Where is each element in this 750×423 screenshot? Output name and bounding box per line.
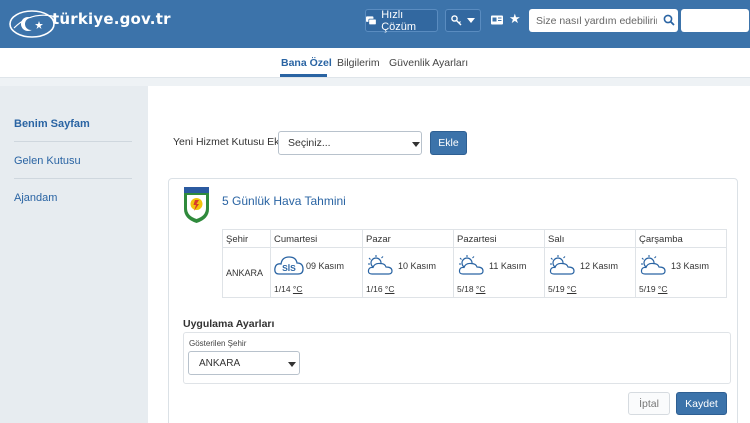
forecast-date: 12 Kasım — [580, 261, 619, 271]
weather-table: Şehir ANKARA Cumartesi SİS 09 Kasım 1/14… — [222, 229, 727, 298]
forecast-day: Cumartesi SİS 09 Kasım 1/14 °C — [270, 230, 362, 297]
chevron-down-icon — [467, 18, 475, 23]
sidebar-item-ajandam[interactable]: Ajandam — [14, 192, 57, 204]
forecast-day: Çarşamba 13 Kasım 5/19 °C — [635, 230, 726, 297]
cancel-button[interactable]: İptal — [628, 392, 670, 415]
save-button[interactable]: Kaydet — [676, 392, 727, 415]
partly-cloudy-icon — [549, 255, 575, 275]
fog-icon: SİS — [274, 256, 304, 275]
login-options-button[interactable] — [445, 9, 481, 32]
meteoroloji-logo-icon — [184, 187, 209, 223]
forecast-date: 10 Kasım — [398, 261, 437, 271]
forecast-date: 11 Kasım — [489, 261, 527, 271]
add-service-button[interactable]: Ekle — [430, 131, 467, 155]
forecast-temp: 1/16 °C — [366, 284, 395, 294]
partly-cloudy-icon — [458, 255, 484, 275]
site-logo-text[interactable]: türkiye.gov.tr — [52, 10, 171, 28]
forecast-day: Pazar 10 Kasım 1/16 °C — [362, 230, 453, 297]
app-settings-title: Uygulama Ayarları — [183, 318, 275, 330]
search-box — [529, 9, 678, 32]
weather-city: ANKARA — [226, 268, 264, 278]
chevron-down-icon — [412, 142, 420, 147]
day-name: Pazartesi — [457, 234, 497, 245]
sidebar-divider — [14, 141, 132, 142]
service-select[interactable]: Seçiniz... — [278, 131, 422, 155]
tab-bana-ozel[interactable]: Bana Özel — [281, 57, 332, 69]
sidebar-item-benim-sayfam[interactable]: Benim Sayfam — [14, 118, 90, 130]
sidebar-divider — [14, 178, 132, 179]
search-input[interactable] — [529, 9, 657, 32]
forecast-temp: 1/14 °C — [274, 284, 303, 294]
partly-cloudy-icon — [640, 255, 666, 275]
day-name: Çarşamba — [639, 234, 683, 245]
active-tab-indicator — [280, 74, 327, 77]
search-icon[interactable] — [663, 14, 675, 26]
weather-widget — [168, 178, 738, 423]
tab-guvenlik-ayarlari[interactable]: Güvenlik Ayarları — [389, 57, 468, 69]
forecast-temp: 5/19 °C — [639, 284, 668, 294]
forecast-temp: 5/18 °C — [457, 284, 486, 294]
star-icon[interactable]: ★ — [509, 11, 521, 27]
forecast-day: Salı 12 Kasım 5/19 °C — [544, 230, 635, 297]
city-header: Şehir — [226, 234, 249, 245]
city-select[interactable]: ANKARA — [188, 351, 300, 375]
fog-icon-text: SİS — [282, 263, 296, 273]
chevron-down-icon — [288, 362, 296, 367]
chat-icon — [366, 15, 377, 25]
quick-solution-label: Hızlı Çözüm — [381, 8, 417, 33]
quick-solution-button[interactable]: Hızlı Çözüm — [365, 8, 438, 33]
city-select-value: ANKARA — [199, 358, 241, 369]
forecast-temp: 5/19 °C — [548, 284, 577, 294]
user-login-button[interactable] — [681, 9, 749, 32]
tab-bilgilerim[interactable]: Bilgilerim — [337, 57, 380, 69]
day-name: Cumartesi — [274, 234, 318, 245]
forecast-day: Pazartesi 11 Kasım 5/18 °C — [453, 230, 544, 297]
service-select-value: Seçiniz... — [288, 137, 331, 149]
sidebar-item-gelen-kutusu[interactable]: Gelen Kutusu — [14, 155, 81, 167]
weather-title: 5 Günlük Hava Tahmini — [222, 194, 346, 208]
id-card-icon[interactable] — [490, 13, 504, 27]
add-service-label: Yeni Hizmet Kutusu Ekle — [173, 136, 288, 148]
partly-cloudy-icon — [367, 255, 393, 275]
forecast-date: 09 Kasım — [306, 261, 345, 271]
day-name: Pazar — [366, 234, 391, 245]
city-select-label: Gösterilen Şehir — [189, 339, 247, 348]
day-name: Salı — [548, 234, 565, 245]
sidebar — [0, 86, 148, 423]
forecast-date: 13 Kasım — [671, 261, 710, 271]
top-header: türkiye.gov.tr Hızlı Çözüm ★ — [0, 0, 750, 48]
key-icon — [451, 15, 462, 26]
